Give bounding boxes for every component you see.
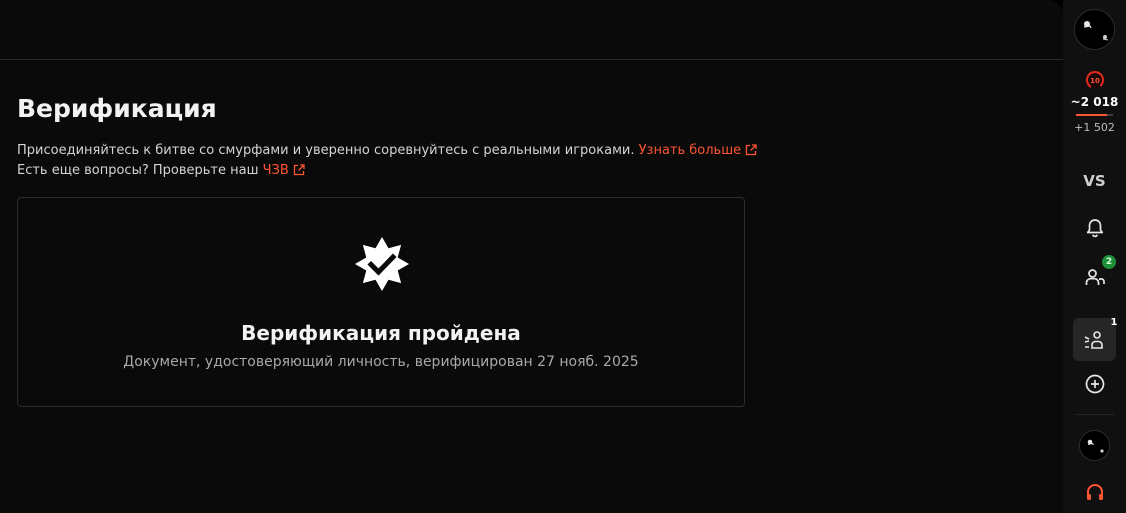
verification-status-subtitle: Документ, удостоверяющий личность, вериф…	[123, 354, 639, 370]
learn-more-link[interactable]: Узнать больше	[639, 143, 758, 158]
level-value: 10	[1090, 77, 1100, 85]
top-bar	[0, 0, 1063, 60]
elo-diff: +1 502	[1074, 121, 1115, 134]
friends-icon[interactable]	[1084, 266, 1106, 288]
vs-button[interactable]: VS	[1063, 172, 1126, 190]
elo-progress-bar	[1076, 114, 1113, 116]
elo-progress-fill	[1076, 114, 1108, 116]
faq-link-label: ЧЗВ	[262, 163, 289, 178]
sidebar-divider	[1075, 414, 1114, 415]
faq-link[interactable]: ЧЗВ	[263, 163, 305, 178]
avatar-image	[1080, 431, 1109, 460]
profile-avatar[interactable]	[1074, 9, 1115, 50]
verification-status-title: Верификация пройдена	[241, 321, 521, 345]
faq-line: Есть еще вопросы? Проверьте наш ЧЗВ	[17, 162, 305, 180]
bell-icon[interactable]	[1084, 217, 1106, 239]
right-sidebar: 10 ~2 018 +1 502 VS 2 1	[1063, 0, 1126, 513]
friends-count-badge: 2	[1102, 255, 1116, 269]
external-link-icon	[293, 164, 305, 176]
friend-avatar[interactable]	[1079, 430, 1110, 461]
elo-value: ~2 018	[1063, 95, 1126, 109]
party-icon	[1084, 331, 1103, 349]
page-title: Верификация	[17, 94, 217, 123]
trend-icon: ~	[1070, 95, 1081, 109]
faq-text: Есть еще вопросы? Проверьте наш	[17, 163, 259, 178]
elo-number: 2 018	[1080, 95, 1119, 109]
learn-more-label: Узнать больше	[638, 143, 742, 158]
main-content: Верификация Присоединяйтесь к битве со с…	[0, 0, 1063, 513]
app-root: Верификация Присоединяйтесь к битве со с…	[0, 0, 1126, 513]
description-text: Присоединяйтесь к битве со смурфами и ув…	[17, 143, 635, 158]
external-link-icon	[745, 144, 757, 156]
page-description: Присоединяйтесь к битве со смурфами и ув…	[17, 142, 757, 160]
verified-badge-icon	[355, 237, 409, 291]
verification-status-card: Верификация пройдена Документ, удостовер…	[17, 197, 745, 407]
avatar-image	[1075, 10, 1114, 49]
plus-circle-icon[interactable]	[1084, 373, 1106, 395]
party-count-badge: 1	[1110, 317, 1118, 328]
headset-icon[interactable]	[1084, 481, 1106, 503]
level-icon: 10	[1086, 71, 1104, 89]
